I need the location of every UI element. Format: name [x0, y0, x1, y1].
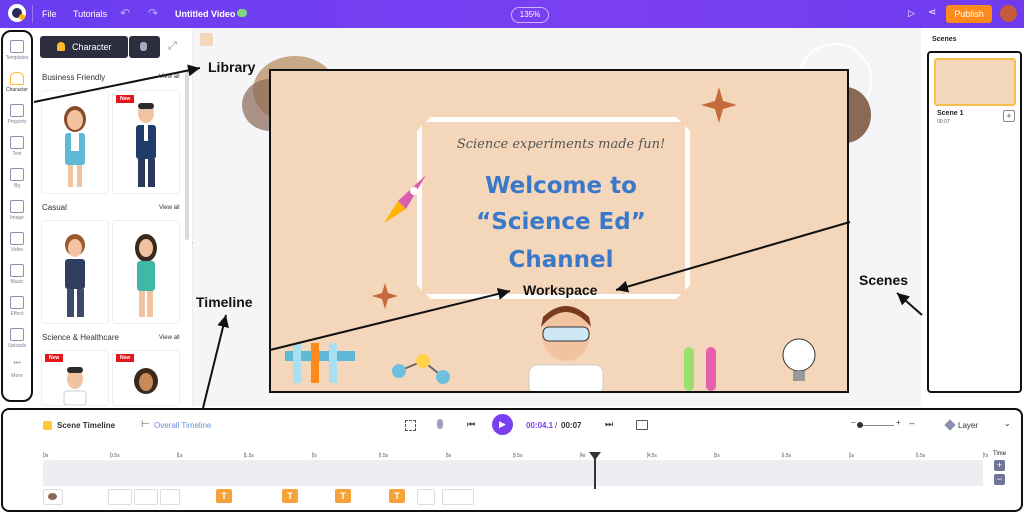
annotation-arrows	[33, 64, 923, 409]
